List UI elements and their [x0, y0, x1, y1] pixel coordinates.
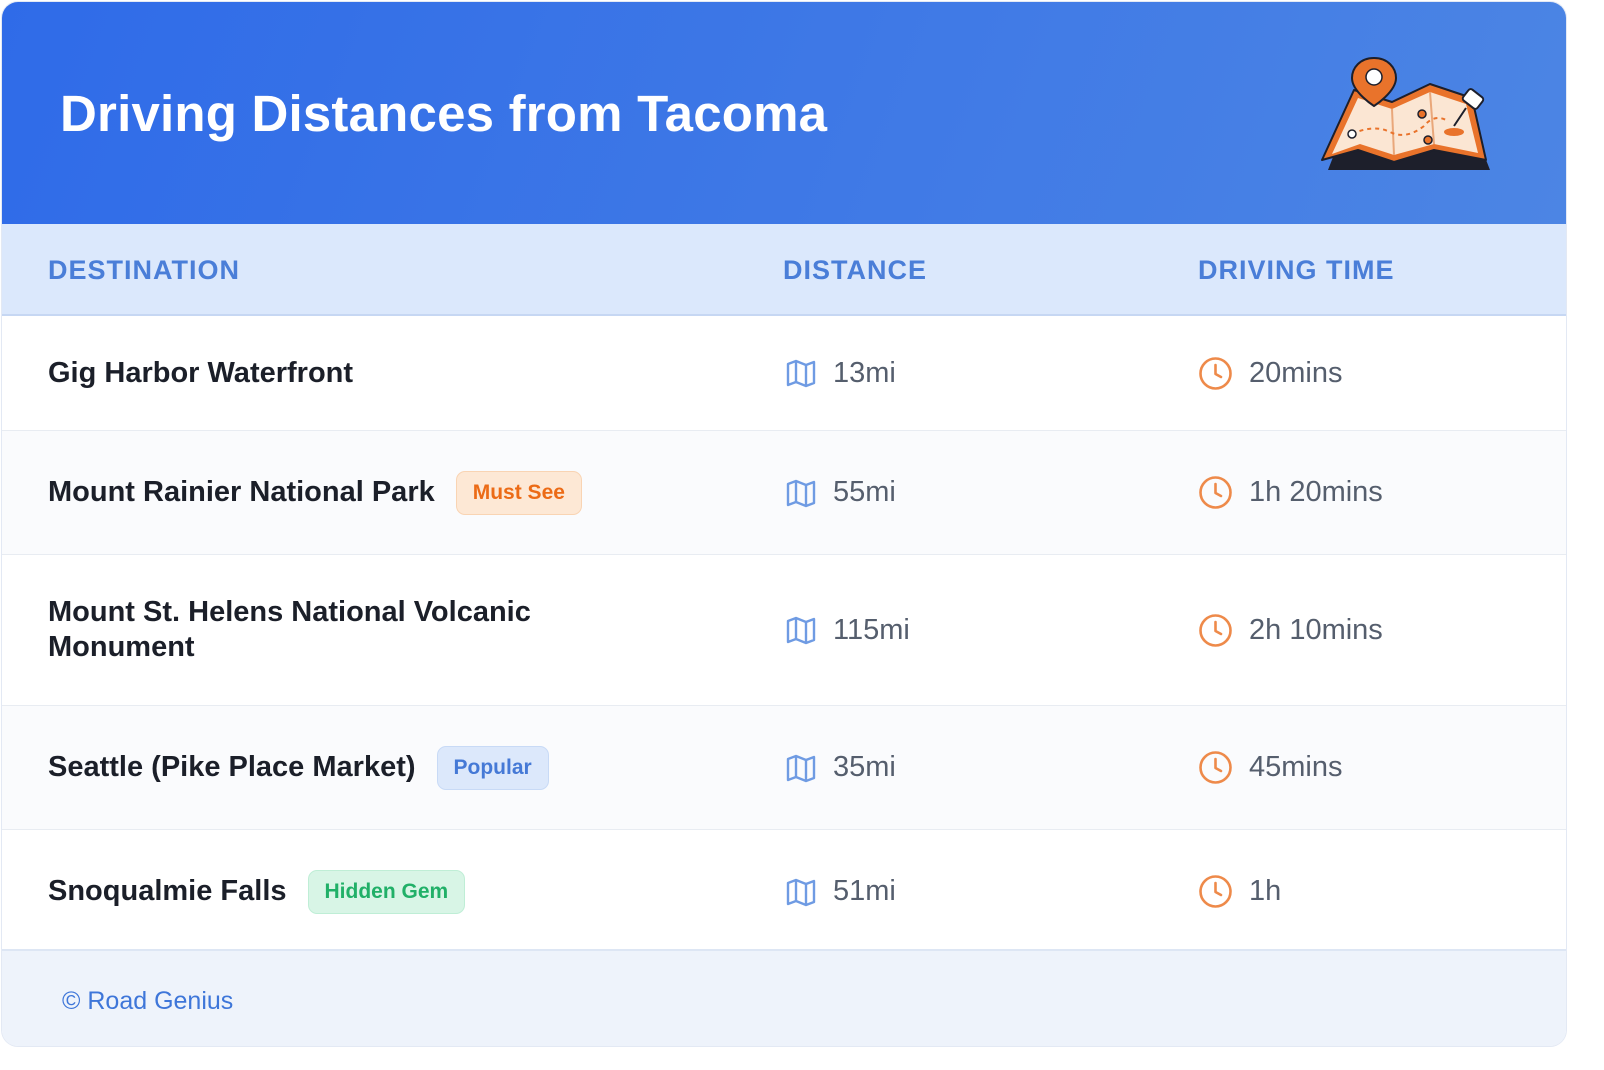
map-icon: [786, 878, 816, 906]
destination-cell: Seattle (Pike Place Market) Popular: [48, 706, 668, 829]
table-row: Seattle (Pike Place Market) Popular 35mi…: [2, 706, 1566, 830]
copyright-credit: © Road Genius: [62, 987, 234, 1015]
driving-time-value: 45mins: [1249, 751, 1343, 783]
hidden-gem-badge: Hidden Gem: [307, 869, 466, 914]
distance-cell: 35mi: [785, 706, 896, 829]
table-row: Mount St. Helens National Volcanic Monum…: [2, 555, 1566, 706]
driving-time-cell: 1h 20mins: [1198, 431, 1383, 554]
driving-time-value: 1h: [1249, 875, 1282, 907]
table-row: Gig Harbor Waterfront 13mi 20mins: [2, 316, 1566, 431]
distance-value: 35mi: [833, 751, 896, 783]
clock-icon: [1199, 875, 1232, 908]
card-footer: © Road Genius: [2, 949, 1566, 1046]
distance-cell: 13mi: [785, 316, 896, 430]
column-header-destination: DESTINATION: [48, 255, 240, 285]
destination-name: Gig Harbor Waterfront: [48, 356, 354, 389]
map-icon: [786, 616, 816, 645]
must-see-badge: Must See: [455, 470, 582, 515]
driving-time-cell: 20mins: [1198, 316, 1343, 430]
driving-time-cell: 45mins: [1198, 706, 1343, 829]
clock-icon: [1199, 613, 1232, 647]
destination-name: Mount Rainier National Park: [48, 476, 435, 508]
card-header: Driving Distances from Tacoma: [2, 2, 1566, 224]
destination-name: Mount St. Helens National Volcanic Monum…: [48, 596, 531, 663]
popular-badge: Popular: [436, 745, 549, 790]
table-row: Mount Rainier National Park Must See 55m…: [2, 431, 1566, 555]
map-icon: [786, 359, 816, 388]
driving-time-value: 1h 20mins: [1249, 476, 1383, 508]
table-header: DESTINATION DISTANCE DRIVING TIME: [2, 224, 1566, 316]
distance-value: 115mi: [833, 613, 910, 646]
folded-map-with-pins-icon: [1321, 56, 1490, 170]
clock-icon: [1199, 751, 1232, 784]
table-row: Snoqualmie Falls Hidden Gem 51mi 1h: [2, 830, 1566, 953]
distance-cell: 51mi: [785, 830, 896, 953]
distance-value: 51mi: [833, 875, 896, 907]
driving-time-cell: 2h 10mins: [1198, 555, 1383, 705]
driving-time-cell: 1h: [1198, 830, 1281, 953]
destination-cell: Gig Harbor Waterfront: [48, 316, 668, 430]
clock-icon: [1199, 476, 1232, 509]
column-header-driving-time: DRIVING TIME: [1198, 255, 1395, 285]
destination-name: Snoqualmie Falls: [48, 875, 287, 907]
driving-time-value: 2h 10mins: [1249, 613, 1383, 646]
map-icon: [786, 479, 816, 507]
distance-cell: 55mi: [785, 431, 896, 554]
driving-time-value: 20mins: [1249, 356, 1343, 389]
destination-cell: Mount St. Helens National Volcanic Monum…: [48, 555, 588, 705]
distance-value: 55mi: [833, 476, 896, 508]
clock-icon: [1199, 356, 1232, 390]
column-header-distance: DISTANCE: [783, 255, 928, 285]
distance-value: 13mi: [833, 356, 896, 389]
map-icon: [786, 754, 816, 782]
distance-cell: 115mi: [785, 555, 910, 705]
distance-card: Driving Distances from Tacoma DESTINATIO…: [2, 2, 1566, 1046]
destination-cell: Mount Rainier National Park Must See: [48, 431, 668, 554]
destination-cell: Snoqualmie Falls Hidden Gem: [48, 830, 668, 953]
destination-name: Seattle (Pike Place Market): [48, 751, 416, 783]
page-title: Driving Distances from Tacoma: [60, 85, 828, 142]
